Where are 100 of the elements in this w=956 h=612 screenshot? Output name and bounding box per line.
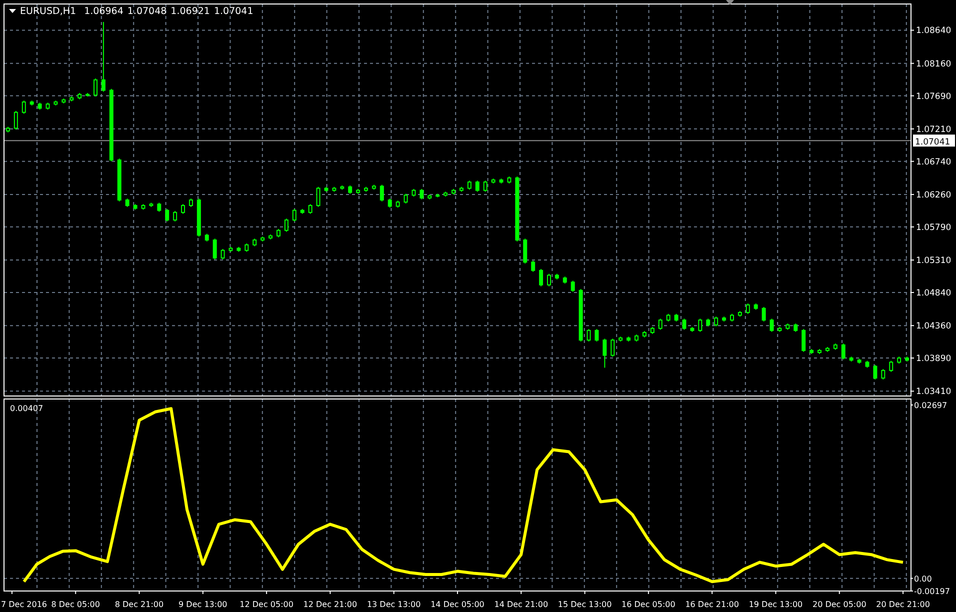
candle [905,356,910,362]
price-label: 1.04840 [916,288,952,298]
candle [101,21,106,92]
candle [396,200,400,208]
candle [340,185,344,190]
candle [117,158,122,202]
candle [666,313,670,322]
candle [682,318,686,330]
candle [674,313,678,322]
candle [380,184,384,202]
candle [722,316,726,322]
time-label: 14 Dec 21:00 [494,600,548,609]
candle [738,310,742,318]
candle [786,323,790,330]
ref-line-label: 1.07041 [915,138,950,148]
candle [897,356,902,364]
price-label: 1.06260 [916,190,952,200]
candle [86,92,90,97]
candle [14,110,18,130]
candle [746,303,750,314]
candle [268,234,273,240]
price-tag: 1.07041 [913,134,955,148]
candle [22,100,26,114]
candle [467,180,472,190]
indicator-scale-label: 0.02697 [914,400,948,410]
candle [284,218,288,232]
candle [46,102,50,110]
candle [626,336,631,342]
candle [650,326,654,334]
time-label: 20 Dec 21:00 [876,600,930,609]
candle [94,78,98,97]
candle [570,280,575,292]
price-label: 1.05790 [916,222,952,233]
candle [372,184,376,190]
candle [833,343,838,350]
candle [30,100,34,106]
candle [523,238,528,264]
candle [133,204,138,210]
time-label: 12 Dec 05:00 [240,600,294,609]
time-label: 20 Dec 05:00 [812,600,866,609]
candle [634,334,639,342]
candle [228,246,233,252]
price-label: 1.05310 [916,256,952,266]
candle [252,238,257,247]
candle [420,188,424,200]
candle [157,202,162,212]
candle [714,316,718,327]
candle [62,98,66,104]
candle [810,348,814,354]
candle [436,193,440,198]
time-label: 8 Dec 05:00 [51,600,100,609]
candle [141,204,146,210]
time-label: 15 Dec 13:00 [558,600,612,609]
ohlc-value: 1.06921 [170,6,210,17]
time-label: 8 Dec 21:00 [114,600,164,609]
price-label: 1.03890 [916,354,952,364]
candle [491,178,496,184]
candle [70,96,74,102]
candle [873,364,878,380]
symbol-label: EURUSD,H1 [20,6,76,17]
candle [507,176,512,184]
candle [802,328,806,352]
time-label: 16 Dec 05:00 [622,600,676,609]
candle [459,186,464,192]
candle [78,92,82,100]
candle [364,186,368,192]
candle [244,242,249,252]
candle [388,198,392,208]
time-label: 12 Dec 21:00 [303,600,358,609]
candle [181,204,186,214]
price-label: 1.07690 [916,92,952,102]
candle [857,358,862,364]
triangle-icon [726,0,734,5]
time-label: 19 Dec 13:00 [748,600,803,609]
price-label: 1.04360 [916,322,952,332]
candle [762,306,766,322]
candle [412,188,416,198]
price-label: 1.03410 [916,387,952,397]
candle [38,102,42,110]
time-label: 13 Dec 13:00 [366,600,421,609]
candle [499,178,504,184]
price-label: 1.06740 [916,157,952,168]
candle [6,126,10,133]
candle [602,338,607,368]
candle [881,368,886,380]
candle [515,176,520,242]
candle [849,356,854,362]
candle [586,328,591,342]
price-label: 1.08160 [916,59,952,70]
candle [794,323,798,332]
candle [452,188,456,195]
candle [54,100,58,106]
dropdown-icon [9,9,16,13]
candle [212,238,217,260]
candle [292,208,296,222]
candle [149,202,154,208]
time-label: 14 Dec 05:00 [430,600,484,609]
candle [618,336,623,342]
candle [356,188,360,194]
candle [578,288,583,342]
